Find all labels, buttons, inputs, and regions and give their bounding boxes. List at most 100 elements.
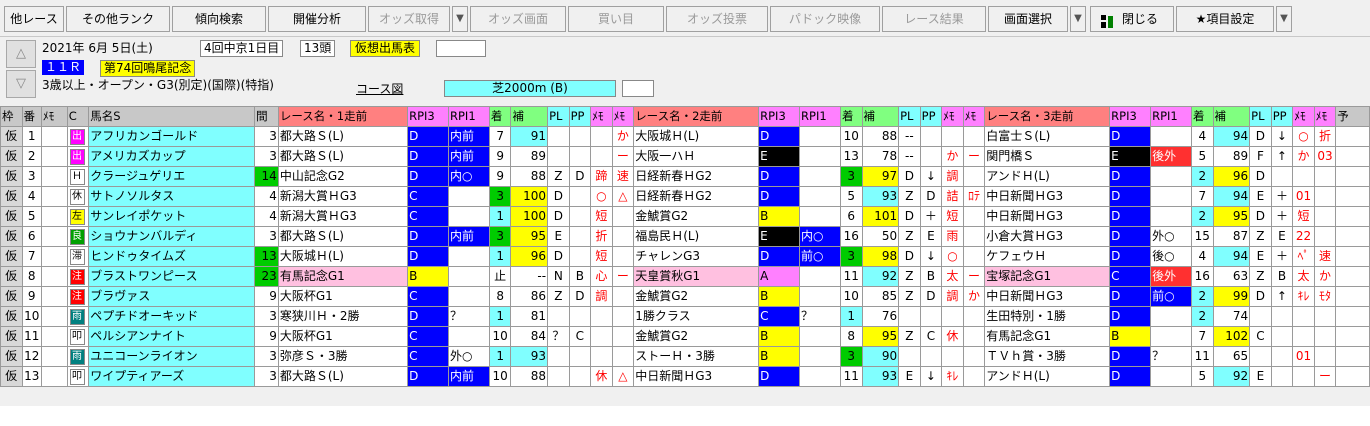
race1-name-cell[interactable]: 新潟大賞ＨG3 [277,206,409,227]
prediction-cell[interactable] [1335,326,1370,347]
race2-memo-b-cell[interactable] [962,226,986,247]
race3-memo-a-cell[interactable]: ﾍﾟ [1292,246,1315,267]
race2-rpi1-cell[interactable] [799,166,841,187]
condition-cell[interactable]: 注 [66,266,90,287]
column-header[interactable]: PL [547,106,570,127]
race3-pl-cell[interactable]: D [1249,206,1272,227]
race3-rating-cell[interactable]: 89 [1212,146,1251,167]
race3-memo-a-cell[interactable]: 太 [1292,266,1315,287]
race2-rating-cell[interactable]: 101 [861,206,900,227]
column-header[interactable]: RPI1 [1150,106,1193,127]
prediction-cell[interactable] [1335,146,1370,167]
prediction-cell[interactable] [1335,346,1370,367]
memo-cell[interactable] [40,186,68,207]
race2-name-cell[interactable]: 中日新聞ＨG3 [633,366,760,387]
race3-rpi3-cell[interactable]: D [1109,346,1152,367]
race2-rating-cell[interactable]: 90 [861,346,900,367]
interval-cell[interactable]: 14 [254,166,279,187]
race3-memo-b-cell[interactable] [1313,166,1337,187]
race3-finish-cell[interactable]: 2 [1191,286,1214,307]
race1-memo-a-cell[interactable]: ○ [590,186,613,207]
race3-name-cell[interactable]: 関門橋Ｓ [984,146,1111,167]
race1-memo-a-cell[interactable]: 蹄 [590,166,613,187]
race2-pl-cell[interactable]: E [898,366,921,387]
race2-memo-a-cell[interactable] [941,306,964,327]
race2-pp-cell[interactable] [919,146,943,167]
column-header[interactable]: レース名・1走前 [277,106,409,127]
race1-name-cell[interactable]: 都大路Ｓ(L) [277,126,409,147]
race3-finish-cell[interactable]: 7 [1191,186,1214,207]
race2-rpi1-cell[interactable] [799,346,841,367]
race1-rpi1-cell[interactable]: 内前 [448,146,490,167]
race2-pl-cell[interactable] [898,346,921,367]
race1-pp-cell[interactable] [568,346,592,367]
race2-pp-cell[interactable]: ↓ [919,246,943,267]
race1-pl-cell[interactable] [547,346,570,367]
horse-name-cell[interactable]: アメリカズカップ [88,146,256,167]
race2-name-cell[interactable]: 天皇賞秋G1 [633,266,760,287]
race1-memo-a-cell[interactable] [590,326,613,347]
race2-rpi3-cell[interactable]: D [758,246,801,267]
condition-cell[interactable]: 左 [66,206,90,227]
race3-rating-cell[interactable]: 92 [1212,366,1251,387]
item-settings-dropdown-icon[interactable]: ▼ [1276,6,1292,32]
other-rank-button[interactable]: その他ランク [66,6,170,32]
race1-memo-b-cell[interactable] [611,346,635,367]
column-header[interactable]: 補 [510,106,549,127]
column-header[interactable]: 着 [488,106,512,127]
column-header[interactable]: RPI1 [448,106,490,127]
race2-name-cell[interactable]: 金鯱賞G2 [633,286,760,307]
race2-pl-cell[interactable]: -- [898,146,921,167]
race3-pp-cell[interactable]: ＋ [1270,186,1294,207]
condition-cell[interactable]: 良 [66,226,90,247]
frame-cell[interactable]: 仮 [0,266,23,287]
memo-cell[interactable] [40,126,68,147]
column-header[interactable]: 着 [1191,106,1214,127]
race2-rpi1-cell[interactable] [799,206,841,227]
column-header[interactable]: 間 [254,106,279,127]
race3-pp-cell[interactable]: ↓ [1270,126,1294,147]
race2-pp-cell[interactable] [919,306,943,327]
race3-rpi3-cell[interactable]: D [1109,286,1152,307]
race3-pl-cell[interactable] [1249,306,1272,327]
race3-pp-cell[interactable] [1270,346,1294,367]
close-button[interactable]: 閉じる [1090,6,1174,32]
frame-cell[interactable]: 仮 [0,206,23,227]
race2-memo-a-cell[interactable]: 雨 [941,226,964,247]
odds-fetch-button[interactable]: オッズ取得 [368,6,450,32]
race-result-button[interactable]: レース結果 [882,6,986,32]
race1-memo-a-cell[interactable]: 短 [590,206,613,227]
race1-memo-a-cell[interactable]: 調 [590,286,613,307]
number-cell[interactable]: 9 [21,286,42,307]
race3-rating-cell[interactable]: 102 [1212,326,1251,347]
race3-finish-cell[interactable]: 2 [1191,166,1214,187]
race2-rating-cell[interactable]: 97 [861,166,900,187]
race2-rpi1-cell[interactable] [799,266,841,287]
race2-rpi1-cell[interactable] [799,326,841,347]
race3-memo-b-cell[interactable] [1313,226,1337,247]
race1-rpi3-cell[interactable]: D [407,306,449,327]
table-row[interactable]: 仮 12 雨ユニコーンライオン 3 弥彦Ｓ・3勝 C 外○ 1 93 ストーＨ・3勝 B 3 90 ＴＶｈ… [0,346,1370,367]
race1-pp-cell[interactable] [568,366,592,387]
race1-name-cell[interactable]: 都大路Ｓ(L) [277,226,409,247]
race1-finish-cell[interactable]: 7 [488,126,512,147]
race2-rating-cell[interactable]: 95 [861,326,900,347]
race3-name-cell[interactable]: 小倉大賞ＨG3 [984,226,1111,247]
race2-memo-a-cell[interactable]: 調 [941,166,964,187]
number-cell[interactable]: 7 [21,246,42,267]
memo-cell[interactable] [40,346,68,367]
race1-memo-b-cell[interactable]: ー [611,146,635,167]
race1-name-cell[interactable]: 新潟大賞ＨG3 [277,186,409,207]
table-row[interactable]: 仮 7 滞ヒンドゥタイムズ 13 大阪城Ｈ(L) D 1 96 D 短チャレンG3 D 前○ 3 98 D ↓… [0,246,1370,267]
race2-pl-cell[interactable]: Z [898,226,921,247]
frame-cell[interactable]: 仮 [0,286,23,307]
race2-finish-cell[interactable]: 10 [839,126,863,147]
memo-cell[interactable] [40,326,68,347]
race3-rpi3-cell[interactable]: D [1109,306,1152,327]
race3-pl-cell[interactable]: Z [1249,266,1272,287]
race2-name-cell[interactable]: 福島民Ｈ(L) [633,226,760,247]
race3-rpi3-cell[interactable]: D [1109,166,1152,187]
race1-pp-cell[interactable] [568,186,592,207]
race1-rpi3-cell[interactable]: C [407,206,449,227]
race1-rpi1-cell[interactable] [448,246,490,267]
